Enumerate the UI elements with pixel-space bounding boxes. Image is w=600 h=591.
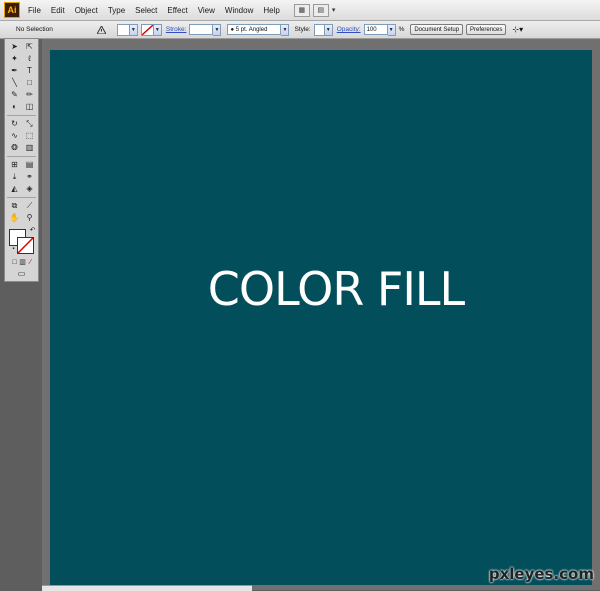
stroke-color-swatch[interactable] (140, 23, 154, 36)
canvas-text: COLOR FILL (207, 262, 465, 316)
chevron-down-icon[interactable]: ▾ (332, 6, 336, 14)
zoom-tool-icon[interactable]: ⚲ (23, 212, 36, 223)
live-paint-bucket-tool-icon[interactable]: ◭ (8, 183, 21, 194)
mesh-tool-icon[interactable]: ⊞ (8, 159, 21, 170)
selection-status: No Selection (16, 26, 53, 33)
warp-tool-icon[interactable]: ∿ (8, 130, 21, 141)
percent-sign: % (398, 26, 405, 33)
scale-tool-icon[interactable]: ⤡ (23, 118, 36, 129)
default-fill-stroke-icon[interactable]: ▪ (7, 244, 20, 255)
tools-panel: ➤ ⇱ ✦ ℓ ✒ T ╲ □ ✎ ✏ ◐ ◫ ↻ ⤡ ∿ ⬚ ❂ ▥ ⊞ ▤ … (4, 38, 39, 282)
watermark: pxleyes.com (488, 565, 594, 583)
artboard-tool-icon[interactable]: ⧉ (8, 200, 21, 211)
stroke-label[interactable]: Stroke: (166, 26, 187, 33)
magic-wand-tool-icon[interactable]: ✦ (8, 53, 21, 64)
document-setup-button[interactable]: Document Setup (410, 24, 464, 35)
opacity-dropdown[interactable]: ▼ (387, 23, 396, 36)
pencil-tool-icon[interactable]: ✏ (23, 89, 36, 100)
paintbrush-tool-icon[interactable]: ✎ (8, 89, 21, 100)
screen-mode-icon[interactable]: ▭ (15, 268, 28, 279)
arrange-documents-button[interactable]: ▤ (312, 3, 329, 17)
type-tool-icon[interactable]: T (23, 65, 36, 76)
menu-file[interactable]: File (28, 6, 41, 15)
menu-type[interactable]: Type (108, 6, 125, 15)
blend-tool-icon[interactable]: ⚭ (23, 171, 36, 182)
menu-help[interactable]: Help (263, 6, 279, 15)
status-bar (42, 585, 252, 591)
column-graph-tool-icon[interactable]: ▥ (23, 142, 36, 153)
tools-divider (7, 115, 36, 116)
live-paint-selection-tool-icon[interactable]: ◈ (23, 183, 36, 194)
brush-value: 5 pt. Angled (235, 27, 268, 33)
bridge-button[interactable]: ▦ (293, 3, 310, 17)
brush-icon: ● (230, 27, 235, 33)
stroke-weight-dropdown[interactable]: ▼ (213, 23, 222, 36)
menu-object[interactable]: Object (75, 6, 98, 15)
free-transform-tool-icon[interactable]: ⬚ (23, 130, 36, 141)
direct-selection-tool-icon[interactable]: ⇱ (23, 41, 36, 52)
brush-definition-field[interactable]: ● 5 pt. Angled (227, 24, 282, 35)
rectangle-tool-icon[interactable]: □ (23, 77, 36, 88)
stroke-dropdown[interactable]: ▼ (153, 23, 162, 36)
style-dropdown[interactable]: ▼ (324, 23, 333, 36)
rotate-tool-icon[interactable]: ↻ (8, 118, 21, 129)
style-swatch[interactable] (313, 23, 325, 36)
hand-tool-icon[interactable]: ✋ (8, 212, 21, 223)
fill-dropdown[interactable]: ▼ (129, 23, 138, 36)
opacity-field[interactable]: 100 (363, 24, 388, 35)
blob-brush-tool-icon[interactable]: ◐ (8, 101, 21, 112)
opacity-label[interactable]: Opacity: (337, 26, 361, 33)
selection-tool-options-icon[interactable]: ⊹▾ (512, 25, 523, 34)
preferences-button[interactable]: Preferences (466, 24, 507, 35)
tools-divider (7, 197, 36, 198)
selection-tool-icon[interactable]: ➤ (8, 41, 21, 52)
warning-icon (97, 25, 107, 34)
none-mode-icon[interactable]: ⁄ (24, 257, 37, 268)
lasso-tool-icon[interactable]: ℓ (23, 53, 36, 64)
stroke-weight-field[interactable] (189, 24, 214, 35)
fill-color-swatch[interactable] (116, 23, 130, 36)
symbol-sprayer-tool-icon[interactable]: ❂ (8, 142, 21, 153)
eraser-tool-icon[interactable]: ◫ (23, 101, 36, 112)
menu-bar: Ai File Edit Object Type Select Effect V… (0, 0, 600, 21)
brush-dropdown[interactable]: ▼ (281, 23, 290, 36)
tools-divider (7, 156, 36, 157)
artboard[interactable] (50, 50, 592, 585)
menu-select[interactable]: Select (135, 6, 157, 15)
style-label: Style: (294, 26, 311, 33)
menu-effect[interactable]: Effect (167, 6, 187, 15)
menu-extras: ▦ ▤ ▾ (293, 3, 336, 17)
menu-view[interactable]: View (198, 6, 215, 15)
app-logo: Ai (4, 2, 20, 18)
pen-tool-icon[interactable]: ✒ (8, 65, 21, 76)
swap-fill-stroke-icon[interactable]: ↶ (26, 225, 39, 236)
gradient-tool-icon[interactable]: ▤ (23, 159, 36, 170)
control-bar: No Selection ▼ ▼ Stroke: ▼ ● 5 pt. Angle… (0, 21, 600, 39)
eyedropper-tool-icon[interactable]: ⤓ (8, 171, 21, 182)
slice-tool-icon[interactable]: ⟋ (23, 200, 36, 211)
menu-window[interactable]: Window (225, 6, 253, 15)
line-tool-icon[interactable]: ╲ (8, 77, 21, 88)
menu-edit[interactable]: Edit (51, 6, 65, 15)
